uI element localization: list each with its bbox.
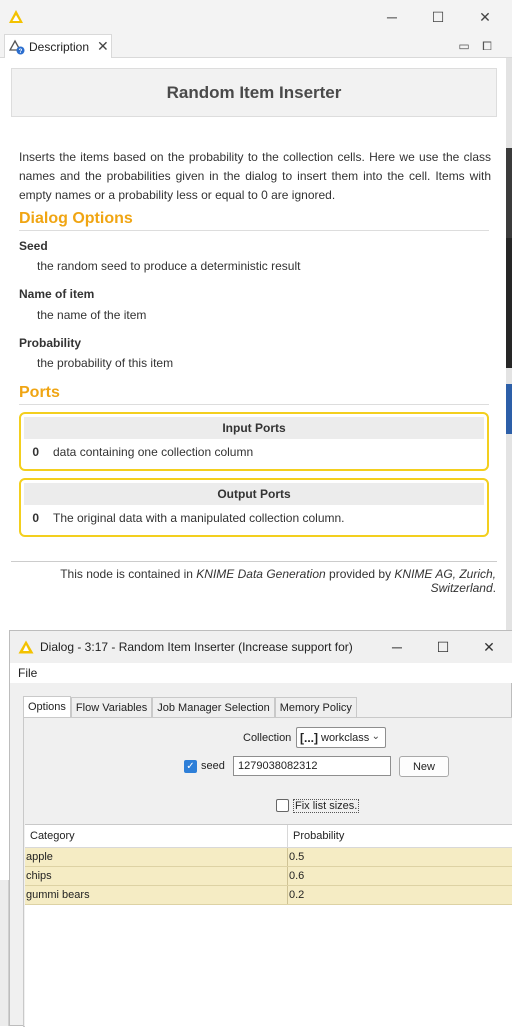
cell-category[interactable]: gummi bears (25, 886, 288, 904)
options-panel: Collection [...] workclass ⌄ ✓ seed New … (23, 717, 512, 1028)
dialog-minimize-button[interactable]: ─ (385, 636, 409, 658)
maximize-button[interactable]: ☐ (426, 6, 450, 28)
dialog-options-heading: Dialog Options (19, 210, 489, 231)
port-row: 0 The original data with a manipulated c… (21, 505, 487, 531)
dialog-maximize-button[interactable]: ☐ (431, 636, 455, 658)
ports-heading: Ports (19, 384, 489, 405)
dialog-tabs: Options Flow Variables Job Manager Selec… (23, 696, 357, 717)
collection-value: workclass (321, 731, 370, 744)
cell-probability[interactable]: 0.2 (288, 886, 512, 904)
seed-label: seed (201, 760, 225, 772)
node-footer: This node is contained in KNIME Data Gen… (40, 567, 496, 595)
node-dialog-window: Dialog - 3:17 - Random Item Inserter (In… (9, 630, 512, 1028)
tab-flow-variables[interactable]: Flow Variables (70, 697, 153, 717)
input-ports-box: Input Ports 0 data containing one collec… (19, 412, 489, 471)
cell-category[interactable]: chips (25, 867, 288, 885)
column-header-probability[interactable]: Probability (288, 825, 512, 847)
table-row[interactable]: chips 0.6 (25, 867, 512, 886)
footer-divider (11, 561, 497, 562)
cell-category[interactable]: apple (25, 848, 288, 866)
footer-middle: provided by (325, 567, 395, 581)
tab-job-manager-selection[interactable]: Job Manager Selection (152, 697, 275, 717)
dialog-title: Dialog - 3:17 - Random Item Inserter (In… (40, 640, 353, 654)
footer-suffix: . (492, 581, 496, 595)
footer-vendor: KNIME AG, Zurich, Switzerland (394, 567, 496, 595)
collection-type-icon: [...] (300, 730, 318, 745)
dialog-titlebar: Dialog - 3:17 - Random Item Inserter (In… (10, 631, 512, 663)
tab-options[interactable]: Options (23, 696, 71, 717)
view-tabstrip: ? Description ✕ ▭ ⧠ (0, 34, 512, 58)
description-icon: ? (9, 39, 25, 55)
output-ports-box: Output Ports 0 The original data with a … (19, 478, 489, 537)
collection-select[interactable]: [...] workclass ⌄ (296, 727, 386, 748)
dialog-close-button[interactable]: ✕ (477, 636, 501, 658)
minimize-button[interactable]: ─ (380, 6, 404, 28)
table-header: Category Probability (25, 825, 512, 848)
new-seed-button[interactable]: New (399, 756, 449, 777)
tab-close-icon[interactable]: ✕ (97, 38, 109, 55)
footer-extension: KNIME Data Generation (196, 567, 326, 581)
port-index: 0 (32, 445, 39, 459)
description-content: Random Item Inserter Inserts the items b… (0, 58, 512, 630)
option-description: the random seed to produce a determinist… (37, 259, 301, 273)
input-ports-title: Input Ports (24, 417, 484, 439)
node-intro: Inserts the items based on the probabili… (19, 150, 491, 202)
view-maximize-icon[interactable]: ⧠ (479, 38, 495, 54)
node-name-header: Random Item Inserter (11, 68, 497, 117)
footer-prefix: This node is contained in (60, 567, 197, 581)
table-row[interactable]: gummi bears 0.2 (25, 886, 512, 905)
knime-logo-icon (9, 10, 23, 23)
close-button[interactable]: ✕ (473, 6, 497, 28)
option-name: Probability (19, 336, 82, 350)
cell-probability[interactable]: 0.6 (288, 867, 512, 885)
port-description: data containing one collection column (53, 445, 254, 459)
fix-list-sizes-label[interactable]: Fix list sizes. (293, 799, 360, 813)
port-index: 0 (32, 511, 39, 525)
background-window-edge (506, 58, 512, 630)
port-description: The original data with a manipulated col… (53, 511, 345, 525)
description-window: ─ ☐ ✕ ? Description ✕ ▭ ⧠ Random Item In… (0, 0, 512, 630)
dialog-menubar: File (10, 663, 512, 683)
node-name: Random Item Inserter (166, 82, 342, 102)
collection-label: Collection (243, 732, 292, 744)
view-minimize-icon[interactable]: ▭ (456, 38, 472, 54)
fix-list-sizes-checkbox[interactable] (276, 799, 289, 812)
column-header-category[interactable]: Category (25, 825, 288, 847)
window-titlebar: ─ ☐ ✕ (0, 0, 512, 34)
option-description: the name of the item (37, 308, 147, 322)
items-table: Category Probability apple 0.5 chips 0.6… (25, 824, 512, 1028)
tab-description-label: Description (29, 39, 90, 54)
tab-memory-policy[interactable]: Memory Policy (274, 697, 357, 717)
seed-checkbox[interactable]: ✓ (184, 760, 197, 773)
menu-file[interactable]: File (18, 666, 37, 680)
option-description: the probability of this item (37, 356, 174, 370)
svg-text:?: ? (19, 49, 23, 55)
port-row: 0 data containing one collection column (21, 439, 487, 465)
option-name: Name of item (19, 287, 95, 301)
chevron-down-icon: ⌄ (371, 731, 380, 742)
tab-description[interactable]: ? Description ✕ (4, 34, 112, 58)
table-row[interactable]: apple 0.5 (25, 848, 512, 867)
seed-input[interactable] (233, 756, 391, 776)
background-window-edge (0, 880, 9, 1026)
option-name: Seed (19, 239, 48, 253)
cell-probability[interactable]: 0.5 (288, 848, 512, 866)
output-ports-title: Output Ports (24, 483, 484, 505)
warning-triangle-icon (18, 640, 34, 654)
